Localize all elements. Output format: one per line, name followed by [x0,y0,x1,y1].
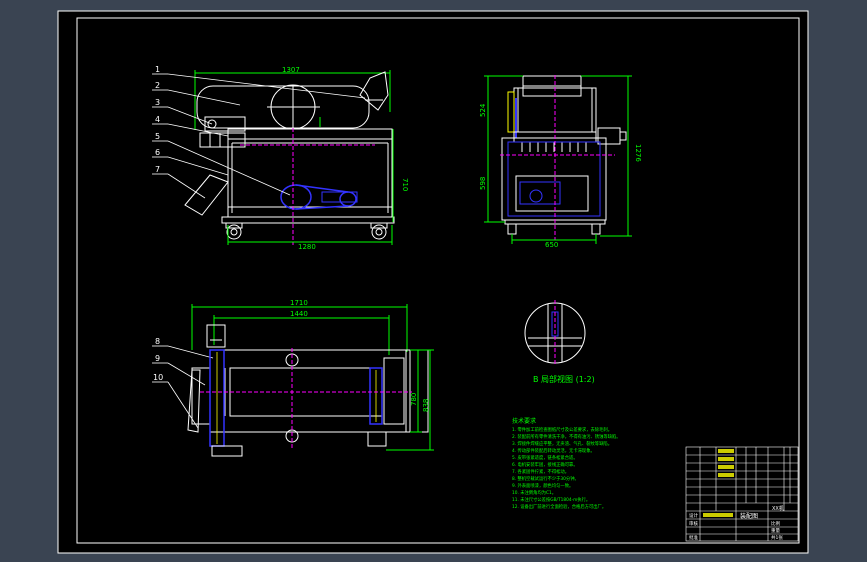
drawing-sheet [57,10,809,554]
note-line: 5. 皮带张紧适度，链条松紧合适。 [512,454,578,461]
dim-side-width: 650 [545,241,558,249]
dim-side-upper: 524 [479,103,487,117]
callout-3: 3 [155,98,160,107]
callout-5: 5 [155,132,160,141]
callout-4: 4 [155,115,160,124]
note-line: 7. 各紧固件拧紧，不得松动。 [512,468,569,475]
note-line: 10. 未注倒角均为C1。 [512,489,556,496]
dim-front-height: 710 [401,178,409,191]
dim-side-lower: 598 [479,177,487,190]
dim-top-overall: 1710 [290,299,308,307]
dim-side-total: 1276 [634,144,642,162]
field-weight: 重量 [771,527,780,534]
notes-heading: 技术要求 [512,417,536,425]
note-line: 6. 电机安装牢固，接线正确可靠。 [512,461,578,468]
callout-1: 1 [155,65,160,74]
field-designer: 设计 [689,512,698,519]
callout-9: 9 [155,354,160,363]
note-line: 11. 未注尺寸公差按GB/T1804-m执行。 [512,496,590,503]
dim-top-depth-inner: 780 [410,393,418,406]
note-line: 9. 外表面喷漆，颜色均匀一致。 [512,482,573,489]
callout-8: 8 [155,337,160,346]
note-line: 3. 焊接件焊缝应平整，无夹渣、气孔、裂纹等缺陷。 [512,440,612,447]
note-line: 8. 整机空载试运行不少于30分钟。 [512,475,579,482]
callout-6: 6 [155,148,160,157]
field-checker: 审核 [689,520,698,527]
field-sheet: 共1张 [771,534,783,541]
note-line: 2. 装配前所有零件清洗干净，不得有油污、锈蚀等缺陷。 [512,433,621,440]
dim-top-depth-outer: 838 [422,399,430,412]
note-line: 1. 零件加工前检查图纸尺寸及公差要求，去除毛刺。 [512,426,612,433]
note-line: 4. 传动部件装配后转动灵活，无卡滞现象。 [512,447,595,454]
dim-top-inner: 1440 [290,310,308,318]
callout-10: 10 [153,373,163,382]
dim-front-wheelbase: 1280 [298,243,316,251]
dim-front-overall: 1307 [282,66,300,74]
machine-name: XX机 [772,505,784,512]
detail-view-label: B 局部视图 (1:2) [533,374,595,384]
callout-7: 7 [155,165,160,174]
field-scale: 比例 [771,520,780,527]
cad-drawing: 1307 710 1280 1 2 3 4 5 6 7 8 9 10 524 5… [57,10,809,554]
note-line: 12. 设备出厂前进行全面检验，合格后方可出厂。 [512,503,606,510]
field-approver: 批准 [689,534,698,541]
callout-2: 2 [155,81,160,90]
drawing-title: 装配图 [740,512,758,520]
